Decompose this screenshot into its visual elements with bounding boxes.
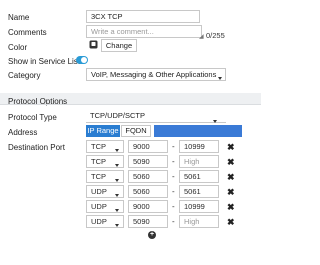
port-high-input[interactable]: 5061 [179, 185, 219, 198]
port-protocol-chevron-down-icon [115, 175, 119, 184]
port-high-input[interactable]: 10999 [179, 140, 219, 153]
ip-range-option[interactable]: IP Range [86, 125, 120, 137]
port-protocol-value: UDP [91, 217, 107, 226]
port-protocol-chevron-down-icon [115, 190, 119, 199]
ip-range-label: IP Range [87, 126, 119, 135]
port-high-input[interactable]: High [179, 215, 219, 228]
remove-port-row-icon[interactable]: ✖ [227, 157, 235, 167]
port-range-separator: - [172, 157, 175, 166]
port-low-input[interactable]: 5090 [128, 155, 168, 168]
port-protocol-value: UDP [91, 187, 107, 196]
remove-port-row-icon[interactable]: ✖ [227, 172, 235, 182]
port-range-separator: - [172, 217, 175, 226]
show-in-list-label: Show in Service List [8, 57, 81, 66]
port-low-value: 9000 [133, 202, 150, 211]
port-low-value: 5090 [133, 157, 150, 166]
toggle-knob [81, 57, 87, 63]
port-low-input[interactable]: 5060 [128, 170, 168, 183]
port-protocol-chevron-down-icon [115, 145, 119, 154]
category-value: VoIP, Messaging & Other Applications [91, 70, 217, 79]
port-high-value: High [184, 217, 200, 226]
port-high-value: 10999 [184, 142, 205, 151]
port-protocol-chevron-down-icon [115, 205, 119, 214]
port-protocol-chevron-down-icon [115, 160, 119, 169]
add-port-row-icon[interactable]: + [148, 231, 156, 239]
port-high-input[interactable]: 10999 [179, 200, 219, 213]
resize-handle-icon[interactable]: ◢ [199, 33, 204, 40]
remove-port-row-icon[interactable]: ✖ [227, 217, 235, 227]
protocol-type-chevron-down-icon [213, 116, 217, 125]
port-low-input[interactable]: 9000 [128, 140, 168, 153]
fqdn-option[interactable]: FQDN [121, 125, 151, 137]
destination-port-label: Destination Port [8, 143, 65, 152]
port-protocol-chevron-down-icon [115, 220, 119, 229]
port-high-value: 5061 [184, 172, 201, 181]
port-range-separator: - [172, 187, 175, 196]
port-protocol-value: UDP [91, 202, 107, 211]
port-high-value: 10999 [184, 202, 205, 211]
port-low-input[interactable]: 9000 [128, 200, 168, 213]
remove-port-row-icon[interactable]: ✖ [227, 142, 235, 152]
port-protocol-value: TCP [91, 172, 106, 181]
protocol-type-select[interactable]: TCP/UDP/SCTP [86, 110, 226, 123]
port-low-value: 5060 [133, 172, 150, 181]
port-high-input[interactable]: High [179, 155, 219, 168]
change-color-label: Change [105, 41, 133, 50]
section-divider [0, 104, 261, 105]
fqdn-label: FQDN [125, 126, 147, 135]
protocol-type-label: Protocol Type [8, 113, 57, 122]
address-label: Address [8, 128, 38, 137]
port-range-separator: - [172, 142, 175, 151]
name-label: Name [8, 13, 30, 22]
name-input[interactable]: 3CX TCP [86, 10, 200, 23]
category-select[interactable]: VoIP, Messaging & Other Applications [86, 68, 226, 81]
port-low-value: 5090 [133, 217, 150, 226]
protocol-type-value: TCP/UDP/SCTP [90, 111, 146, 120]
port-low-value: 9000 [133, 142, 150, 151]
address-input[interactable] [154, 125, 242, 137]
port-protocol-value: TCP [91, 142, 106, 151]
port-high-value: High [184, 157, 200, 166]
port-low-input[interactable]: 5090 [128, 215, 168, 228]
port-high-value: 5061 [184, 187, 201, 196]
show-in-list-toggle[interactable] [76, 56, 88, 64]
port-range-separator: - [172, 172, 175, 181]
port-low-value: 5060 [133, 187, 150, 196]
remove-port-row-icon[interactable]: ✖ [227, 202, 235, 212]
category-label: Category [8, 71, 41, 80]
comment-char-counter: 0/255 [206, 31, 225, 40]
port-protocol-value: TCP [91, 157, 106, 166]
port-range-separator: - [172, 202, 175, 211]
comments-label: Comments [8, 28, 47, 37]
color-label: Color [8, 43, 28, 52]
port-low-input[interactable]: 5060 [128, 185, 168, 198]
port-high-input[interactable]: 5061 [179, 170, 219, 183]
change-color-button[interactable]: Change [101, 39, 137, 52]
remove-port-row-icon[interactable]: ✖ [227, 187, 235, 197]
category-chevron-down-icon [218, 73, 222, 82]
comments-textarea[interactable]: Write a comment... [86, 25, 202, 38]
color-swatch-icon [89, 40, 98, 49]
